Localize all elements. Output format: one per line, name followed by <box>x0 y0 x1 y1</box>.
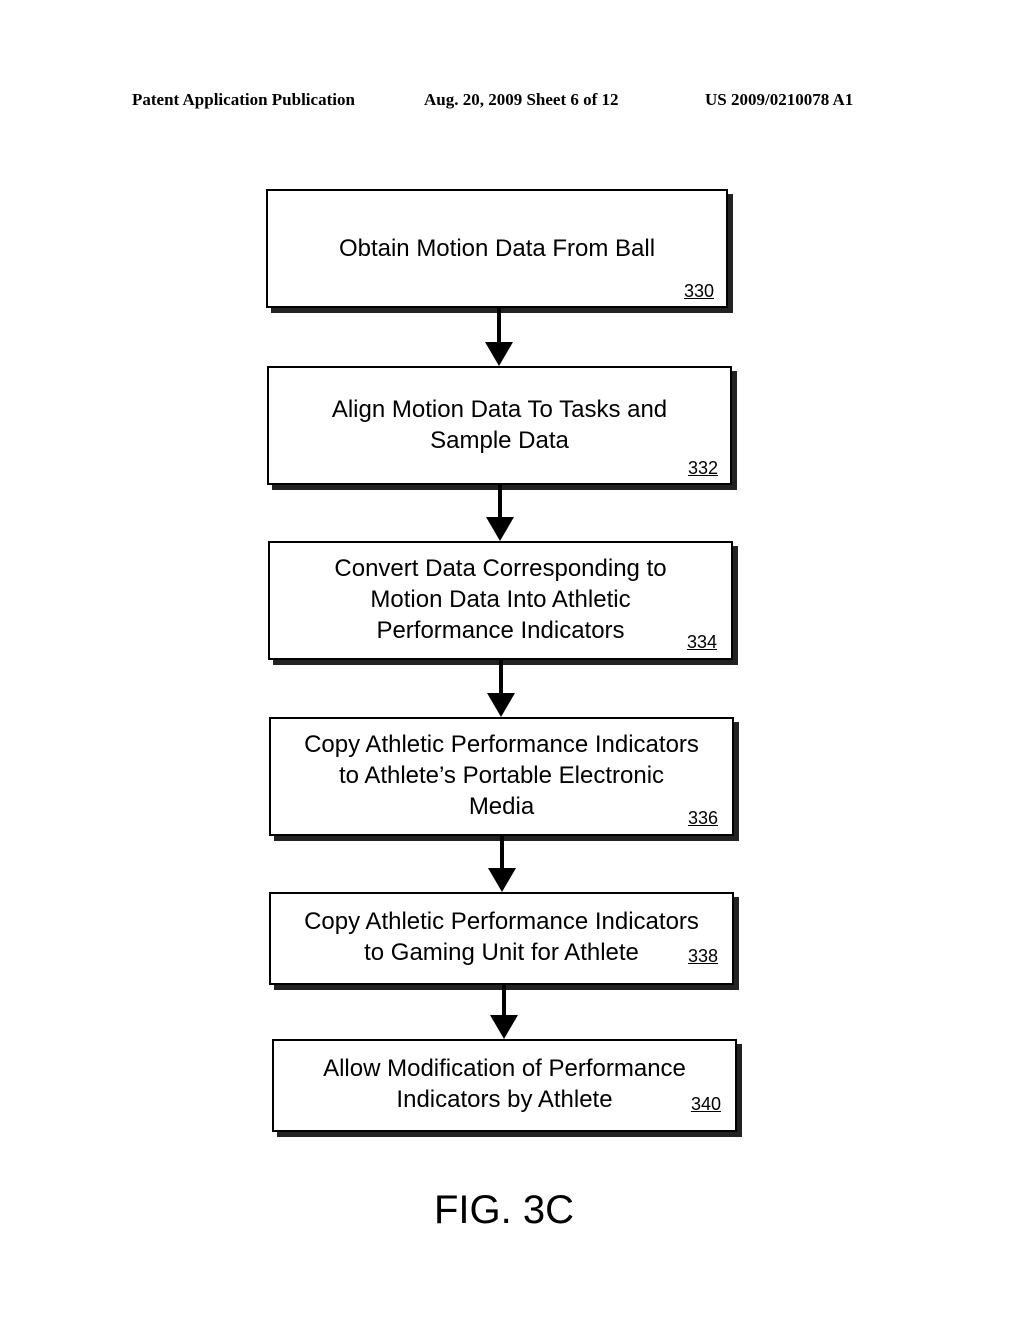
patent-number: US 2009/0210078 A1 <box>705 90 854 109</box>
patent-header: Patent Application Publication Aug. 20, … <box>132 90 892 114</box>
arrowhead-icon <box>485 342 513 366</box>
arrowhead-icon <box>487 693 515 717</box>
publication-title: Patent Application Publication <box>132 90 355 109</box>
step-label: Obtain Motion Data From Ball <box>338 235 656 262</box>
arrow-334-336 <box>486 660 516 717</box>
step-label: Align Motion Data To Tasks and Sample Da… <box>331 396 668 454</box>
step-ref: 332 <box>687 458 718 478</box>
arrow-332-334 <box>485 485 515 541</box>
figure-label: FIG. 3C <box>433 1188 575 1232</box>
step-box-334: Convert Data Corresponding to Motion Dat… <box>268 541 733 660</box>
step-box-338: Copy Athletic Performance Indicators to … <box>269 892 734 985</box>
step-ref: 338 <box>687 946 718 966</box>
step-label: Copy Athletic Performance Indicators to … <box>304 731 699 820</box>
arrowhead-icon <box>490 1015 518 1039</box>
step-label: Copy Athletic Performance Indicators to … <box>304 908 699 966</box>
step-box-332: Align Motion Data To Tasks and Sample Da… <box>267 366 732 485</box>
arrowhead-icon <box>486 517 514 541</box>
arrow-336-338 <box>487 836 517 892</box>
step-ref: 334 <box>686 632 717 652</box>
step-label: Convert Data Corresponding to Motion Dat… <box>334 555 667 644</box>
step-ref: 340 <box>690 1094 721 1114</box>
step-ref: 330 <box>683 281 714 301</box>
arrowhead-icon <box>488 868 516 892</box>
step-box-330: Obtain Motion Data From Ball 330 <box>266 189 728 308</box>
step-label: Allow Modification of Performance Indica… <box>323 1055 686 1113</box>
step-ref: 336 <box>687 808 718 828</box>
step-box-336: Copy Athletic Performance Indicators to … <box>269 717 734 836</box>
arrow-330-332 <box>484 308 514 366</box>
arrow-338-340 <box>489 985 519 1039</box>
date-sheet: Aug. 20, 2009 Sheet 6 of 12 <box>424 90 619 109</box>
step-box-340: Allow Modification of Performance Indica… <box>272 1039 737 1132</box>
